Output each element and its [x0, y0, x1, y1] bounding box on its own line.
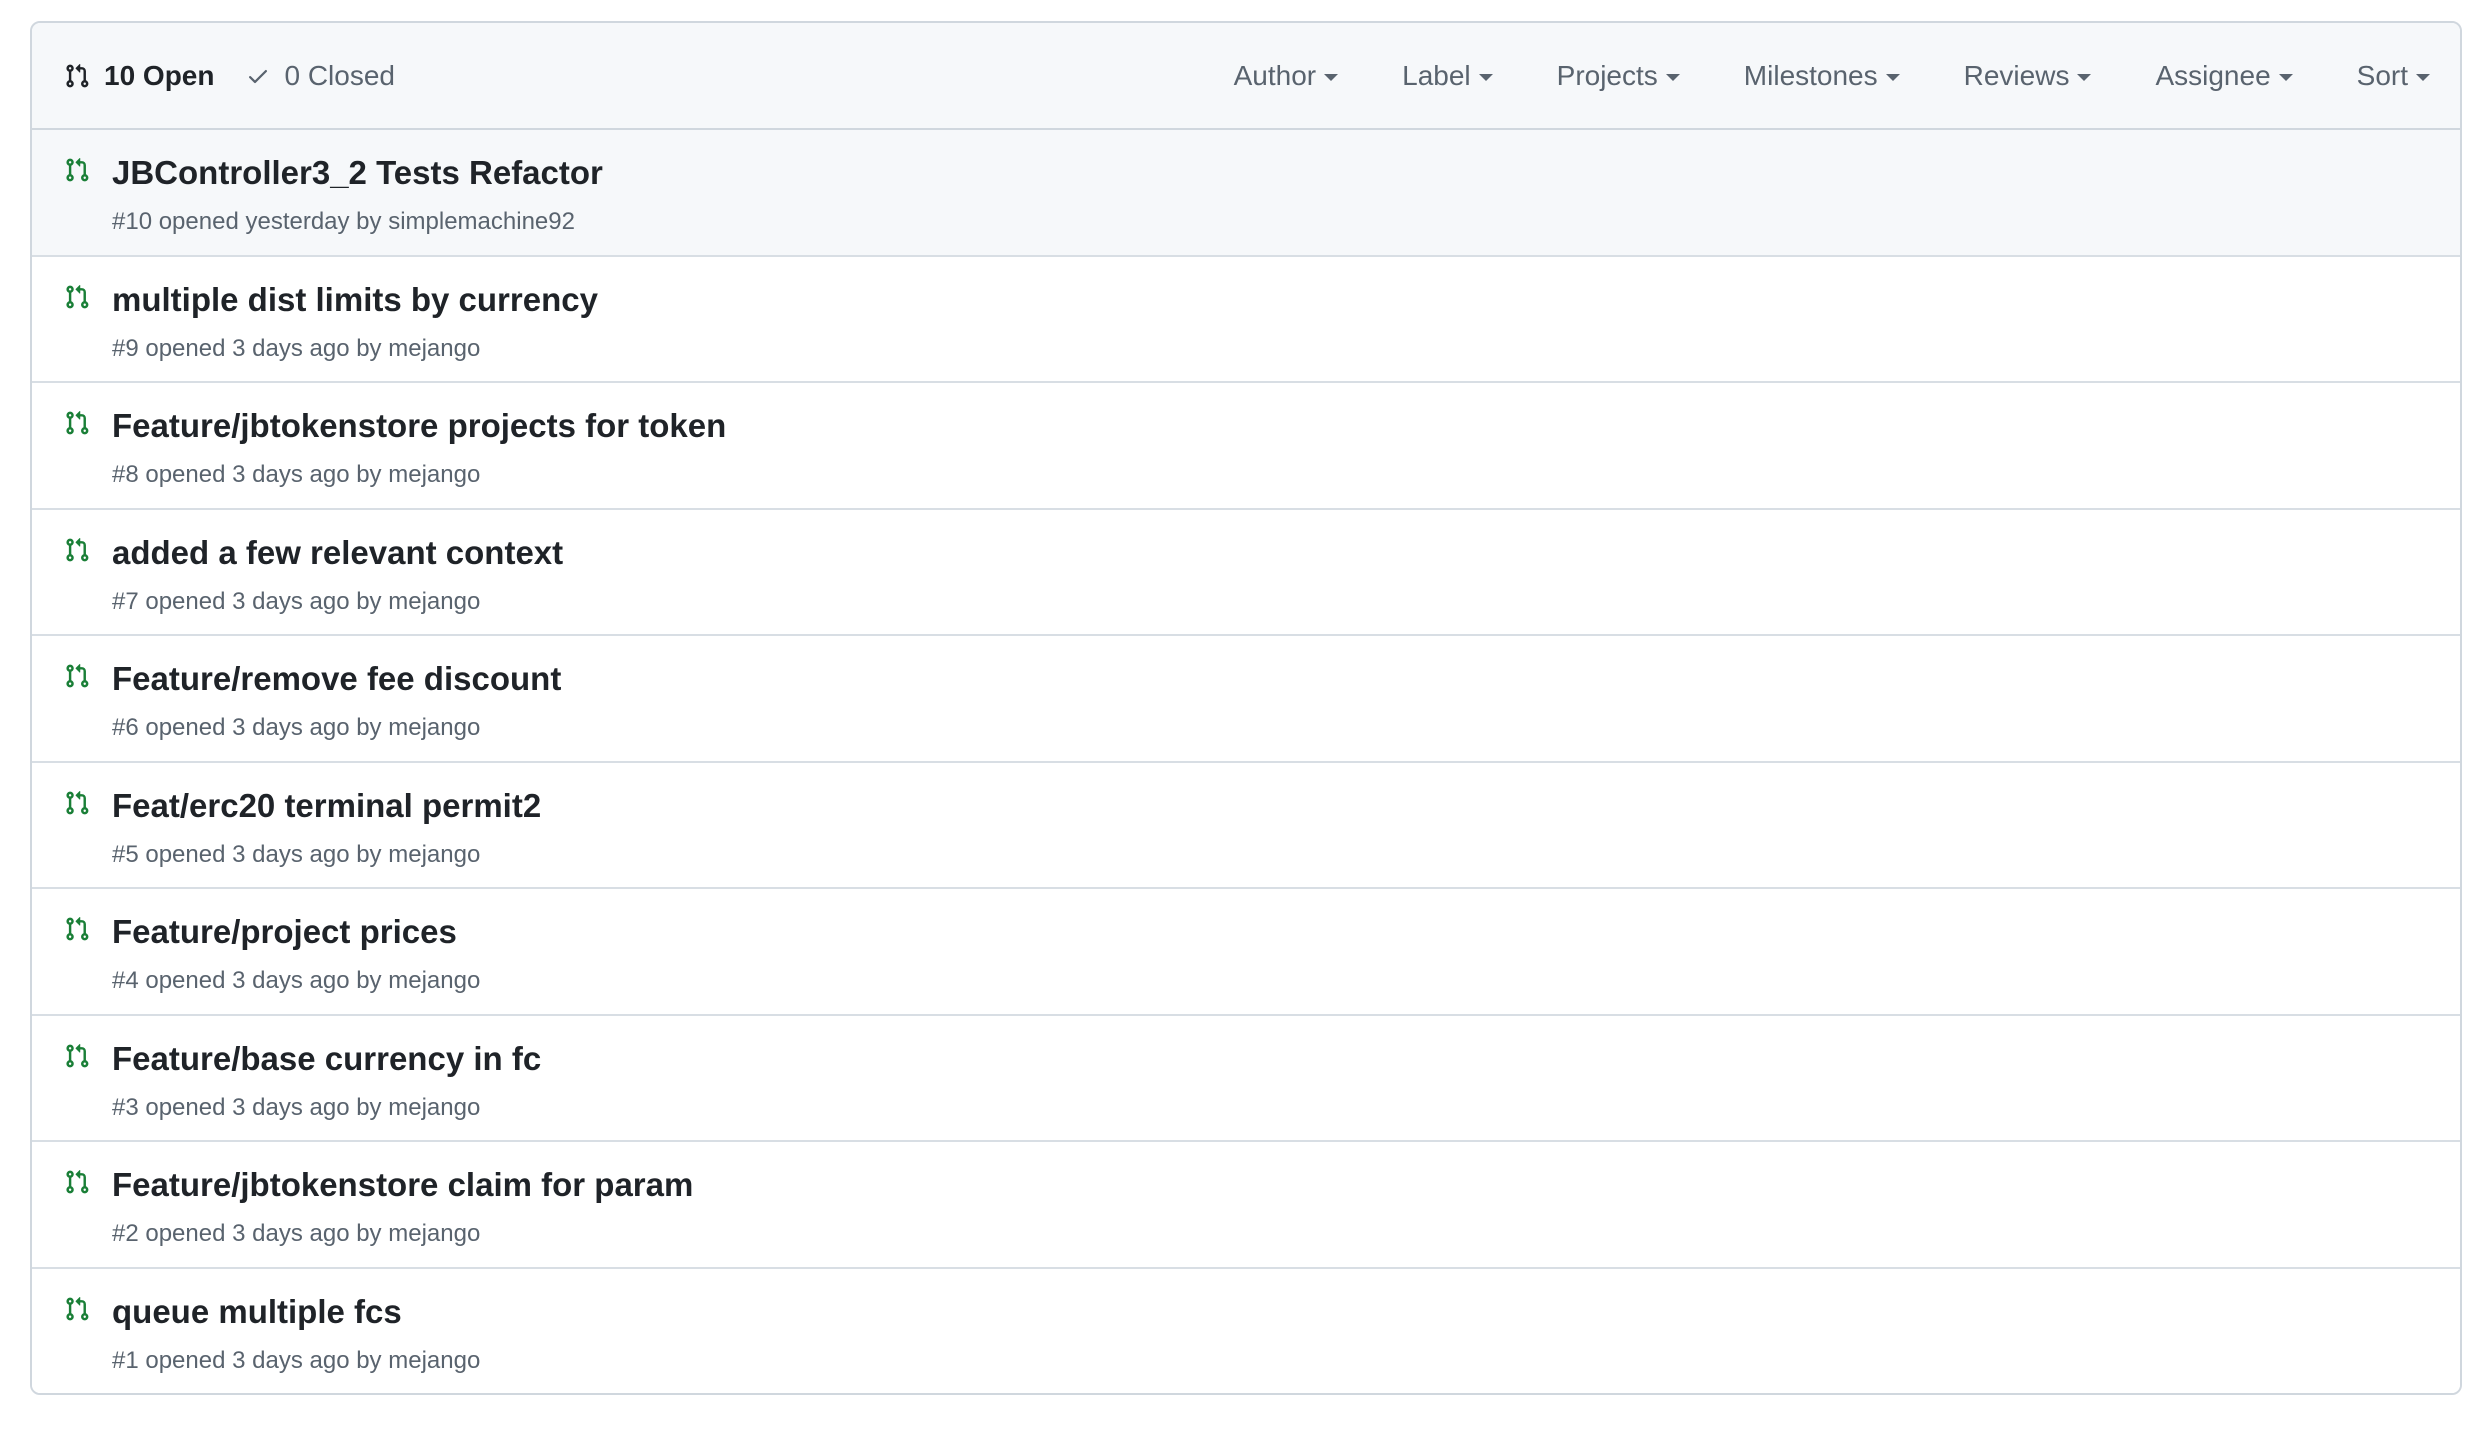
pull-request-row[interactable]: Feature/jbtokenstore claim for param #2 o…: [32, 1142, 2460, 1269]
closed-filter-link[interactable]: 0 Closed: [246, 60, 395, 92]
assignee-filter-dropdown[interactable]: Assignee: [2155, 59, 2293, 92]
reviews-filter-dropdown[interactable]: Reviews: [1964, 60, 2092, 92]
projects-filter-label: Projects: [1556, 59, 1658, 91]
pull-request-meta: #4 opened 3 days ago by mejango: [112, 967, 481, 994]
pull-request-meta: #9 opened 3 days ago by mejango: [112, 334, 481, 362]
pull-request-title-link[interactable]: Feature/jbtokenstore projects for token: [112, 407, 726, 445]
pull-request-row[interactable]: Feature/remove fee discount #6 opened 3 d…: [32, 636, 2460, 763]
check-icon: [249, 69, 268, 83]
caret-down-icon: [2416, 74, 2430, 81]
pull-request-meta: #10 opened yesterday by simplemachine92: [112, 208, 575, 235]
pull-request-title-link[interactable]: Feature/project prices: [112, 913, 457, 951]
pull-request-title-link[interactable]: Feature/base currency in fc: [112, 1040, 541, 1078]
author-filter-label: Author: [1233, 59, 1317, 91]
reviews-filter-label: Reviews: [1963, 59, 2070, 91]
pull-request-row[interactable]: queue multiple fcs #1 opened 3 days ago b…: [32, 1268, 2460, 1393]
pull-request-meta: #6 opened 3 days ago by mejango: [112, 714, 481, 741]
pull-request-title-link[interactable]: Feature/jbtokenstore claim for param: [112, 1166, 693, 1204]
pull-request-title-link[interactable]: Feat/erc20 terminal permit2: [112, 787, 541, 825]
pull-request-meta: #8 opened 3 days ago by mejango: [112, 461, 481, 488]
pull-request-row[interactable]: Feature/project prices #4 opened 3 days a…: [32, 889, 2460, 1016]
pull-request-meta: #5 opened 3 days ago by mejango: [112, 840, 481, 868]
git-pull-request-open-icon: [66, 284, 89, 308]
git-pull-request-open-icon: [66, 1169, 89, 1194]
open-filter-link[interactable]: 10 Open: [64, 60, 214, 92]
pull-request-title-link[interactable]: multiple dist limits by currency: [112, 281, 598, 319]
caret-down-icon: [1478, 74, 1493, 81]
caret-down-icon: [1885, 74, 1900, 81]
pull-request-row[interactable]: JBController3_2 Tests Refactor #10 opened…: [32, 130, 2460, 257]
assignee-filter-label: Assignee: [2155, 59, 2271, 91]
pull-request-title-link[interactable]: Feature/remove fee discount: [112, 660, 561, 698]
pull-request-meta: #3 opened 3 days ago by mejango: [112, 1093, 481, 1121]
pull-request-title-link[interactable]: JBController3_2 Tests Refactor: [112, 154, 603, 192]
git-pull-request-open-icon: [66, 157, 89, 182]
git-pull-request-open-icon: [66, 663, 89, 688]
projects-filter-dropdown[interactable]: Projects: [1557, 60, 1680, 92]
pull-request-meta: #1 opened 3 days ago by mejango: [112, 1346, 481, 1374]
git-pull-request-open-icon: [66, 537, 89, 561]
git-pull-request-open-icon: [66, 1043, 89, 1067]
caret-down-icon: [1324, 74, 1339, 81]
caret-down-icon: [2278, 74, 2293, 81]
sort-label: Sort: [2356, 59, 2408, 91]
pull-request-rows: JBController3_2 Tests Refactor #10 opened…: [32, 130, 2460, 1393]
state-toggle: 10 Open 0 Closed: [64, 60, 395, 92]
list-header: 10 Open 0 Closed Author Label Projects M…: [32, 23, 2460, 130]
milestones-filter-label: Milestones: [1743, 59, 1878, 91]
git-pull-request-icon: [66, 63, 89, 87]
pull-request-meta: #7 opened 3 days ago by mejango: [112, 587, 481, 615]
filter-bar: Author Label Projects Milestones Reviews…: [1170, 23, 2430, 128]
pull-request-list: 10 Open 0 Closed Author Label Projects M…: [30, 21, 2462, 1395]
pull-request-row[interactable]: Feature/base currency in fc #3 opened 3 d…: [32, 1015, 2460, 1142]
pull-request-row[interactable]: Feat/erc20 terminal permit2 #5 opened 3 d…: [32, 762, 2460, 889]
caret-down-icon: [1665, 74, 1680, 81]
sort-dropdown[interactable]: Sort: [2357, 60, 2430, 92]
git-pull-request-open-icon: [66, 916, 89, 941]
label-filter-dropdown[interactable]: Label: [1402, 60, 1493, 92]
git-pull-request-open-icon: [66, 410, 89, 435]
pull-request-title-link[interactable]: queue multiple fcs: [112, 1293, 402, 1331]
label-filter-label: Label: [1402, 59, 1471, 91]
closed-count-label: 0 Closed: [284, 59, 395, 91]
caret-down-icon: [2077, 74, 2092, 81]
pull-request-row[interactable]: added a few relevant context #7 opened 3 …: [32, 509, 2460, 636]
milestones-filter-dropdown[interactable]: Milestones: [1744, 60, 1900, 92]
pull-request-row[interactable]: multiple dist limits by currency #9 opene…: [32, 256, 2460, 383]
git-pull-request-open-icon: [66, 790, 89, 814]
pull-request-row[interactable]: Feature/jbtokenstore projects for token #…: [32, 383, 2460, 510]
pull-request-meta: #2 opened 3 days ago by mejango: [112, 1220, 481, 1247]
pull-request-title-link[interactable]: added a few relevant context: [112, 534, 563, 572]
open-count-label: 10 Open: [104, 59, 215, 91]
author-filter-dropdown[interactable]: Author: [1234, 60, 1339, 92]
git-pull-request-open-icon: [66, 1296, 89, 1320]
